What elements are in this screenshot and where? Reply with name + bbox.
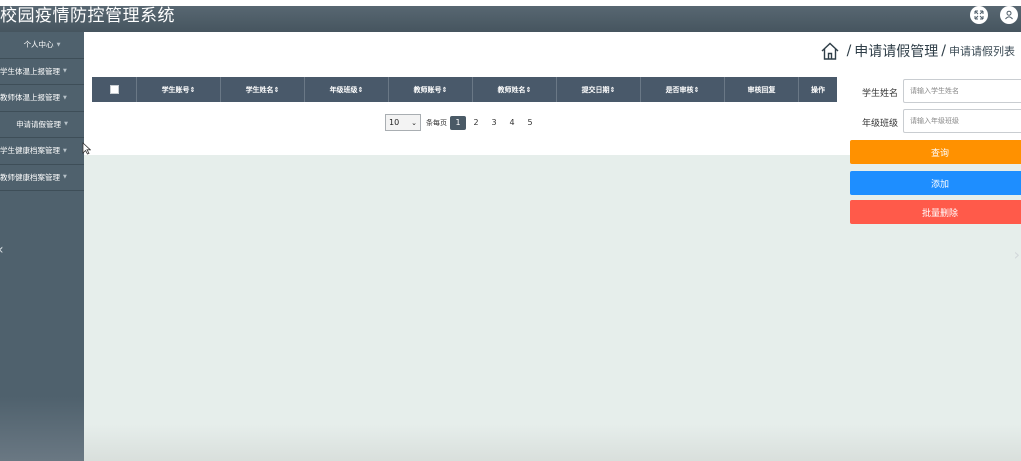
per-page-label: 条每页 <box>426 118 447 127</box>
class-label: 年级班级 <box>862 119 899 129</box>
column-header-teacher-name[interactable]: 教师姓名 ⇕ <box>473 77 557 102</box>
chevron-down-icon: ▼ <box>64 121 68 128</box>
column-header-review-reply: 审核回复 <box>725 77 799 102</box>
sidebar-item-student-health-records[interactable]: 学生健康档案管理 ▼ <box>0 138 84 165</box>
chevron-down-icon: ⌄ <box>411 118 417 127</box>
fullscreen-icon[interactable] <box>970 6 988 24</box>
sidebar-item-student-temperature[interactable]: 学生体温上报管理 ▼ <box>0 59 84 85</box>
collapse-left-icon[interactable]: ‹ <box>0 242 4 258</box>
class-input[interactable]: 请输入年级班级 <box>903 109 1021 133</box>
user-glyph <box>1005 10 1013 20</box>
chevron-down-icon: ▼ <box>63 68 67 75</box>
column-header-class[interactable]: 年级班级 ⇕ <box>305 77 389 102</box>
sidebar-item-personal-center[interactable]: 个人中心 ▼ <box>0 32 84 59</box>
batch-delete-button[interactable]: 批量删除 <box>850 200 1021 224</box>
class-placeholder: 请输入年级班级 <box>910 117 959 125</box>
sidebar-item-label: 学生健康档案管理 <box>0 146 60 156</box>
column-header-submit-date[interactable]: 提交日期 ⇕ <box>557 77 641 102</box>
column-header-review-status[interactable]: 是否审核 ⇕ <box>641 77 725 102</box>
column-header-student-account[interactable]: 学生账号 ⇕ <box>137 77 221 102</box>
fullscreen-glyph <box>974 10 984 20</box>
home-icon[interactable] <box>820 41 840 61</box>
page-5-button[interactable]: 5 <box>522 116 538 130</box>
student-name-placeholder: 请输入学生姓名 <box>910 87 959 95</box>
breadcrumb-level1[interactable]: 申请请假管理 <box>854 41 938 61</box>
student-name-label: 学生姓名 <box>862 89 899 99</box>
breadcrumb-level2: 申请请假列表 <box>949 45 1015 58</box>
page-size-select[interactable]: 10 ⌄ <box>385 114 421 131</box>
query-button[interactable]: 查询 <box>850 140 1021 164</box>
expand-right-icon[interactable]: › <box>1014 245 1020 264</box>
app-title: 校园疫情防控管理系统 <box>0 6 175 26</box>
sidebar-item-label: 教师健康档案管理 <box>0 172 60 182</box>
sidebar-item-label: 申请请假管理 <box>16 119 62 129</box>
chevron-down-icon: ▼ <box>63 174 67 181</box>
column-header-teacher-account[interactable]: 教师账号 ⇕ <box>389 77 473 102</box>
pagination: 10 ⌄ 条每页 1 2 3 4 5 <box>385 114 540 131</box>
mouse-cursor-icon <box>82 142 91 155</box>
sidebar-item-teacher-temperature[interactable]: 教师体温上报管理 ▼ <box>0 85 84 112</box>
chevron-down-icon: ▼ <box>63 147 67 154</box>
select-all-checkbox[interactable] <box>109 85 119 94</box>
page-size-value: 10 <box>389 118 400 127</box>
sidebar-item-leave-application[interactable]: 申请请假管理 ▼ <box>0 112 84 138</box>
sidebar-item-label: 教师体温上报管理 <box>0 93 60 103</box>
sidebar-item-label: 学生体温上报管理 <box>0 66 60 76</box>
sidebar: 个人中心 ▼ 学生体温上报管理 ▼ 教师体温上报管理 ▼ 申请请假管理 ▼ 学生… <box>0 32 84 461</box>
page-3-button[interactable]: 3 <box>486 116 502 130</box>
page-2-button[interactable]: 2 <box>468 116 484 130</box>
select-all-cell <box>92 77 137 102</box>
breadcrumb-separator: / <box>846 43 852 59</box>
breadcrumb-separator: / <box>941 43 946 59</box>
breadcrumb: / 申请请假管理 / 申请请假列表 <box>820 40 1015 62</box>
column-header-actions: 操作 <box>811 85 825 94</box>
student-name-input[interactable]: 请输入学生姓名 <box>903 79 1021 103</box>
user-icon[interactable] <box>1000 6 1018 24</box>
chevron-down-icon: ▼ <box>63 94 67 101</box>
page-4-button[interactable]: 4 <box>504 116 520 130</box>
column-header-student-name[interactable]: 学生姓名 ⇕ <box>221 77 305 102</box>
add-button[interactable]: 添加 <box>850 171 1021 195</box>
sidebar-item-label: 个人中心 <box>23 40 54 50</box>
sidebar-item-teacher-health-records[interactable]: 教师健康档案管理 ▼ <box>0 165 84 191</box>
chevron-down-icon: ▼ <box>56 41 61 48</box>
table-header: 学生账号 ⇕ 学生姓名 ⇕ 年级班级 ⇕ 教师账号 ⇕ 教师姓名 ⇕ 提交日期 ⇕ 是否审核… <box>92 77 837 102</box>
page-1-button[interactable]: 1 <box>450 115 466 130</box>
